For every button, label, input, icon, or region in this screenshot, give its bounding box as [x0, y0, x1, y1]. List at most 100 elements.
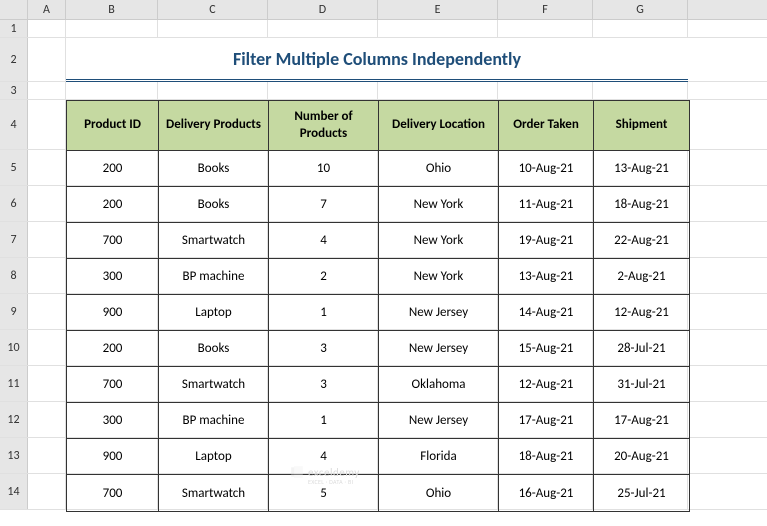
- row-header-5[interactable]: 5: [0, 150, 28, 185]
- cell[interactable]: [28, 20, 66, 37]
- row-header-11[interactable]: 11: [0, 366, 28, 401]
- cell[interactable]: [28, 402, 66, 437]
- cell[interactable]: [66, 20, 158, 37]
- td-order[interactable]: 12-Aug-21: [499, 367, 594, 403]
- td-delivery-product[interactable]: Books: [159, 151, 269, 187]
- row-header-6[interactable]: 6: [0, 186, 28, 221]
- td-shipment[interactable]: 25-Jul-21: [594, 475, 689, 511]
- td-number[interactable]: 4: [269, 439, 379, 475]
- cell[interactable]: [498, 82, 593, 99]
- cell[interactable]: [158, 82, 268, 99]
- td-order[interactable]: 15-Aug-21: [499, 331, 594, 367]
- td-shipment[interactable]: 13-Aug-21: [594, 151, 689, 187]
- col-header-G[interactable]: G: [593, 0, 688, 19]
- col-header-B[interactable]: B: [66, 0, 158, 19]
- td-delivery-product[interactable]: BP machine: [159, 403, 269, 439]
- cell[interactable]: [28, 438, 66, 473]
- td-order[interactable]: 14-Aug-21: [499, 295, 594, 331]
- cell[interactable]: [28, 474, 66, 509]
- cell[interactable]: [593, 20, 688, 37]
- cell[interactable]: [28, 330, 66, 365]
- td-shipment[interactable]: 20-Aug-21: [594, 439, 689, 475]
- td-order[interactable]: 11-Aug-21: [499, 187, 594, 223]
- td-location[interactable]: New Jersey: [379, 403, 499, 439]
- cell[interactable]: [28, 186, 66, 221]
- td-delivery-product[interactable]: Books: [159, 187, 269, 223]
- col-header-A[interactable]: A: [28, 0, 66, 19]
- td-location[interactable]: Ohio: [379, 475, 499, 511]
- td-location[interactable]: Ohio: [379, 151, 499, 187]
- td-delivery-product[interactable]: Laptop: [159, 295, 269, 331]
- td-number[interactable]: 1: [269, 403, 379, 439]
- td-delivery-product[interactable]: Smartwatch: [159, 367, 269, 403]
- td-shipment[interactable]: 18-Aug-21: [594, 187, 689, 223]
- td-location[interactable]: New York: [379, 259, 499, 295]
- td-product-id[interactable]: 200: [67, 187, 159, 223]
- td-number[interactable]: 7: [269, 187, 379, 223]
- th-product-id[interactable]: Product ID: [67, 101, 159, 151]
- cell[interactable]: [28, 258, 66, 293]
- td-product-id[interactable]: 900: [67, 295, 159, 331]
- td-product-id[interactable]: 200: [67, 151, 159, 187]
- th-number-of-products[interactable]: Number of Products: [269, 101, 379, 151]
- td-delivery-product[interactable]: BP machine: [159, 259, 269, 295]
- cell[interactable]: [28, 100, 66, 149]
- row-header-1[interactable]: 1: [0, 20, 28, 37]
- td-number[interactable]: 10: [269, 151, 379, 187]
- col-header-F[interactable]: F: [498, 0, 593, 19]
- row-header-3[interactable]: 3: [0, 82, 28, 99]
- td-number[interactable]: 1: [269, 295, 379, 331]
- cell[interactable]: [268, 20, 378, 37]
- cell[interactable]: [28, 38, 66, 81]
- td-order[interactable]: 19-Aug-21: [499, 223, 594, 259]
- td-location[interactable]: New Jersey: [379, 295, 499, 331]
- cell[interactable]: [28, 82, 66, 99]
- cell[interactable]: [378, 82, 498, 99]
- td-number[interactable]: 5: [269, 475, 379, 511]
- row-header-8[interactable]: 8: [0, 258, 28, 293]
- select-all-corner[interactable]: [0, 0, 28, 19]
- td-order[interactable]: 18-Aug-21: [499, 439, 594, 475]
- td-number[interactable]: 3: [269, 367, 379, 403]
- row-header-10[interactable]: 10: [0, 330, 28, 365]
- td-shipment[interactable]: 31-Jul-21: [594, 367, 689, 403]
- td-delivery-product[interactable]: Laptop: [159, 439, 269, 475]
- td-location[interactable]: New Jersey: [379, 331, 499, 367]
- th-delivery-products[interactable]: Delivery Products: [159, 101, 269, 151]
- row-header-9[interactable]: 9: [0, 294, 28, 329]
- row-header-7[interactable]: 7: [0, 222, 28, 257]
- col-header-D[interactable]: D: [268, 0, 378, 19]
- th-shipment[interactable]: Shipment: [594, 101, 689, 151]
- row-header-13[interactable]: 13: [0, 438, 28, 473]
- td-delivery-product[interactable]: Smartwatch: [159, 223, 269, 259]
- td-order[interactable]: 17-Aug-21: [499, 403, 594, 439]
- td-product-id[interactable]: 300: [67, 259, 159, 295]
- td-order[interactable]: 16-Aug-21: [499, 475, 594, 511]
- cell[interactable]: [28, 366, 66, 401]
- td-product-id[interactable]: 300: [67, 403, 159, 439]
- row-header-4[interactable]: 4: [0, 100, 28, 149]
- td-product-id[interactable]: 700: [67, 367, 159, 403]
- cell[interactable]: [268, 82, 378, 99]
- cell[interactable]: [28, 222, 66, 257]
- td-delivery-product[interactable]: Books: [159, 331, 269, 367]
- td-shipment[interactable]: 28-Jul-21: [594, 331, 689, 367]
- td-order[interactable]: 13-Aug-21: [499, 259, 594, 295]
- td-product-id[interactable]: 200: [67, 331, 159, 367]
- td-product-id[interactable]: 700: [67, 223, 159, 259]
- cell[interactable]: [158, 20, 268, 37]
- td-order[interactable]: 10-Aug-21: [499, 151, 594, 187]
- td-delivery-product[interactable]: Smartwatch: [159, 475, 269, 511]
- th-delivery-location[interactable]: Delivery Location: [379, 101, 499, 151]
- td-location[interactable]: New York: [379, 187, 499, 223]
- cell[interactable]: [28, 294, 66, 329]
- td-location[interactable]: Oklahoma: [379, 367, 499, 403]
- td-number[interactable]: 2: [269, 259, 379, 295]
- td-location[interactable]: New York: [379, 223, 499, 259]
- row-header-14[interactable]: 14: [0, 474, 28, 509]
- td-shipment[interactable]: 17-Aug-21: [594, 403, 689, 439]
- cell[interactable]: [378, 20, 498, 37]
- row-header-12[interactable]: 12: [0, 402, 28, 437]
- cell[interactable]: [28, 150, 66, 185]
- col-header-E[interactable]: E: [378, 0, 498, 19]
